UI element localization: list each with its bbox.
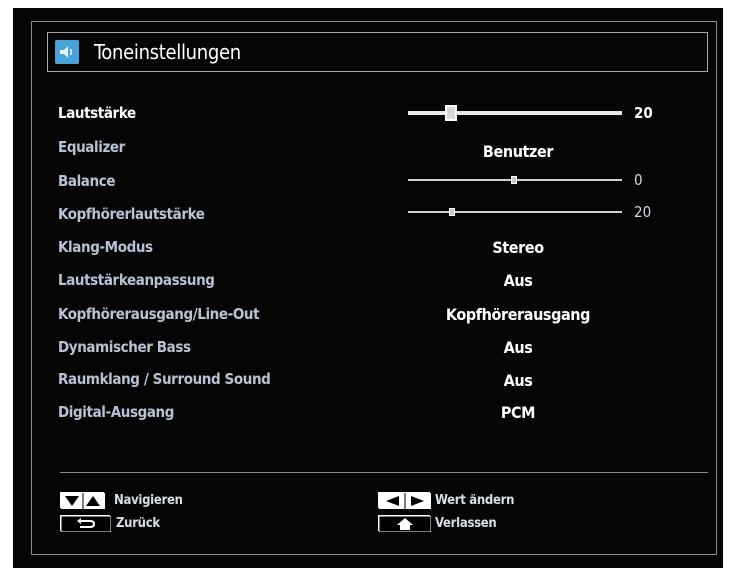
dynamic-bass-value[interactable]: Aus <box>408 337 628 359</box>
surround-sound-value[interactable]: Aus <box>408 370 628 392</box>
setting-label-sound-mode[interactable]: Klang-Modus <box>58 237 153 257</box>
setting-label-balance[interactable]: Balance <box>58 171 115 191</box>
setting-label-surround-sound[interactable]: Raumklang / Surround Sound <box>58 369 271 389</box>
page-title: Toneinstellungen <box>94 40 241 64</box>
return-arrow-icon <box>61 516 111 532</box>
setting-label-digital-output[interactable]: Digital-Ausgang <box>58 402 174 422</box>
footer-divider <box>60 472 708 473</box>
headphone-volume-slider-knob[interactable] <box>449 208 455 216</box>
setting-label-headphone-volume[interactable]: Kopfhörerlautstärke <box>58 204 205 224</box>
hint-exit: Verlassen <box>435 516 497 531</box>
volume-adjustment-value[interactable]: Aus <box>408 270 628 292</box>
balance-value: 0 <box>634 171 643 189</box>
home-icon <box>379 516 431 532</box>
headphone-line-out-value[interactable]: Kopfhörerausgang <box>408 304 628 326</box>
headphone-volume-slider[interactable] <box>408 211 622 213</box>
sound-mode-value[interactable]: Stereo <box>408 237 628 259</box>
headphone-volume-value: 20 <box>634 203 652 221</box>
volume-value: 20 <box>634 104 653 122</box>
hint-navigate: Navigieren <box>114 493 183 508</box>
equalizer-value[interactable]: Benutzer <box>408 141 628 163</box>
hint-change-value: Wert ändern <box>435 493 515 508</box>
digital-output-value[interactable]: PCM <box>408 402 628 424</box>
back-key <box>60 515 111 532</box>
up-down-arrow-icon <box>61 493 105 509</box>
setting-label-dynamic-bass[interactable]: Dynamischer Bass <box>58 337 191 357</box>
sound-settings-icon <box>55 40 79 64</box>
left-right-arrow-icon <box>379 493 431 509</box>
left-right-keys <box>378 492 431 509</box>
volume-slider[interactable] <box>408 111 622 115</box>
setting-label-volume[interactable]: Lautstärke <box>58 103 136 123</box>
setting-label-headphone-line-out[interactable]: Kopfhörerausgang/Line-Out <box>58 304 260 324</box>
setting-label-equalizer[interactable]: Equalizer <box>58 137 125 157</box>
volume-slider-knob[interactable] <box>445 105 457 121</box>
setting-label-volume-adjustment[interactable]: Lautstärkeanpassung <box>58 270 215 290</box>
menu-key <box>378 515 431 532</box>
up-down-keys <box>60 492 105 509</box>
balance-slider-knob[interactable] <box>511 176 517 184</box>
hint-back: Zurück <box>116 516 160 531</box>
